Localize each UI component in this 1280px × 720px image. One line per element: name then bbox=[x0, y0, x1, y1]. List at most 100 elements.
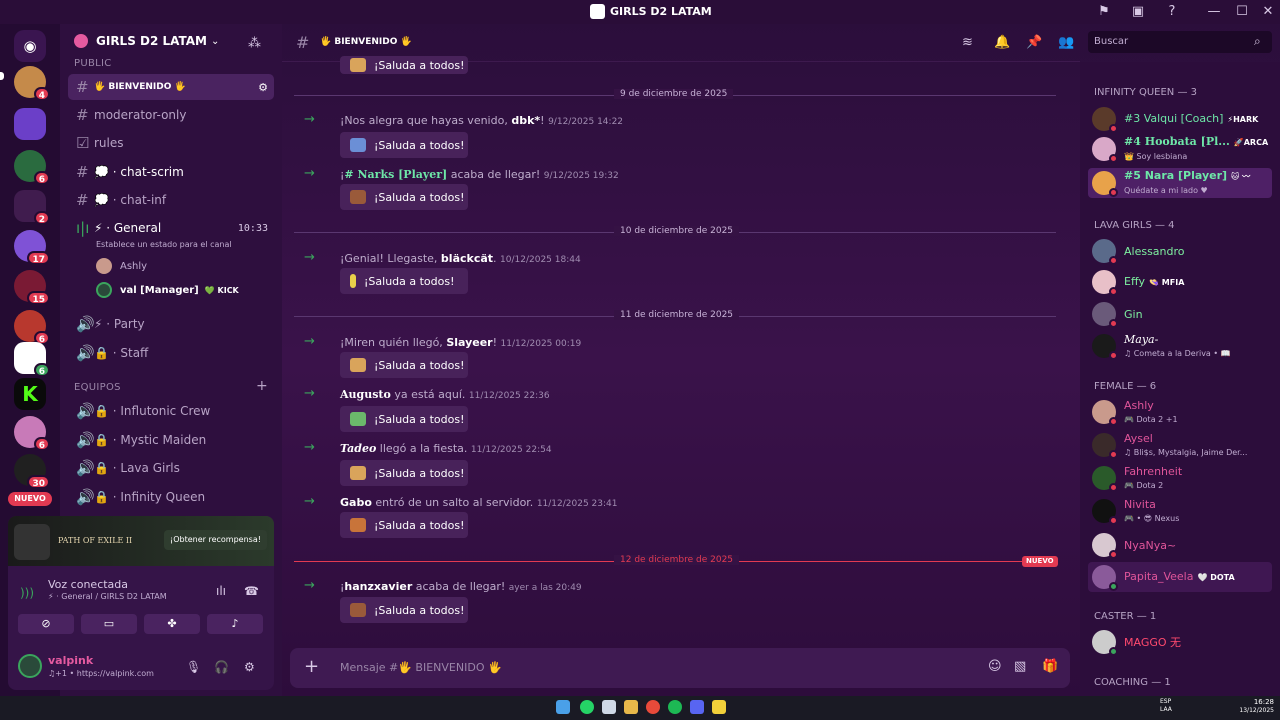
server-icon[interactable]: 15 bbox=[14, 270, 50, 305]
channel-moderator-only[interactable]: # moderator-only bbox=[68, 102, 274, 128]
activities-button[interactable]: ✤ bbox=[144, 614, 200, 634]
app-icon[interactable] bbox=[602, 700, 616, 714]
headphones-icon[interactable]: 🎧 bbox=[214, 660, 229, 674]
wave-button[interactable]: ¡Saluda a todos! bbox=[340, 460, 468, 486]
channel-rules[interactable]: ☑ rules bbox=[68, 130, 274, 156]
member-item[interactable]: Aysel ♫ Bli$s, Mystalgia, Jaime Der... bbox=[1088, 430, 1272, 460]
wave-button[interactable]: ¡Saluda a todos! bbox=[340, 56, 468, 74]
bell-icon[interactable]: 🔔 bbox=[994, 35, 1010, 50]
category-equipos[interactable]: EQUIPOS bbox=[74, 382, 121, 393]
pin-icon[interactable]: 📌 bbox=[1026, 35, 1042, 50]
wave-button[interactable]: ¡Saluda a todos! bbox=[340, 406, 468, 432]
username[interactable]: valpink bbox=[48, 654, 93, 667]
channel-status[interactable]: Establece un estado para el canal bbox=[96, 240, 232, 249]
composer-placeholder[interactable]: Mensaje #🖐 BIENVENIDO 🖐 bbox=[340, 661, 502, 674]
promo-banner[interactable]: PATH OF EXILE II ¡Obtener recompensa! bbox=[8, 516, 274, 566]
server-icon[interactable] bbox=[14, 108, 46, 140]
voice-channel[interactable]: 🔊 🔒 · Mystic Maiden bbox=[68, 427, 274, 453]
start-icon[interactable] bbox=[556, 700, 570, 714]
member-item[interactable]: Effy 👒 MFIA bbox=[1088, 267, 1272, 297]
inbox-flag-icon[interactable]: ⚑ bbox=[1096, 4, 1112, 20]
settings-icon[interactable]: ⚙ bbox=[258, 81, 268, 94]
member-item[interactable]: #3 Valqui [Coach] ⚡HARK bbox=[1088, 104, 1272, 134]
voice-channel[interactable]: 🔊 🔒 · Lava Girls bbox=[68, 455, 274, 481]
member-item[interactable]: MAGGO 无 bbox=[1088, 627, 1272, 657]
add-member-icon[interactable]: ⁂ bbox=[248, 36, 261, 51]
share-screen-button[interactable]: ▭ bbox=[81, 614, 137, 634]
channel-chat-inf[interactable]: # 💭 · chat-inf bbox=[68, 187, 274, 213]
member-item[interactable]: #4 Hoobata [Pl... 🚀ARCA 👑 Soy lesbiana bbox=[1088, 134, 1272, 164]
wave-button[interactable]: ¡Saluda a todos! bbox=[340, 597, 468, 623]
avatar[interactable] bbox=[18, 654, 42, 678]
server-header[interactable]: GIRLS D2 LATAM ⌄ bbox=[74, 34, 219, 48]
member-item[interactable]: Fahrenheit 🎮 Dota 2 bbox=[1088, 463, 1272, 493]
camera-button[interactable]: ⊘ bbox=[18, 614, 74, 634]
member-item[interactable]: Ashly 🎮 Dota 2 +1 bbox=[1088, 397, 1272, 427]
wave-button[interactable]: ¡Saluda a todos! bbox=[340, 184, 468, 210]
clock-date[interactable]: 13/12/2025 bbox=[1236, 707, 1274, 714]
member-item[interactable]: #5 Nara [Player] 🐱 〰 Quédate a mi lado ♥ bbox=[1088, 168, 1272, 198]
server-icon[interactable]: 30 bbox=[14, 454, 50, 489]
server-icon[interactable]: 6 bbox=[14, 310, 50, 345]
message-composer[interactable]: + Mensaje #🖐 BIENVENIDO 🖐 ☺ ▧ 🎁 bbox=[290, 648, 1070, 688]
screen-icon[interactable]: ▣ bbox=[1130, 4, 1146, 20]
threads-icon[interactable]: ≋ bbox=[962, 35, 973, 50]
member-item[interactable]: Gin bbox=[1088, 299, 1272, 329]
member-item[interactable]: Alessandro bbox=[1088, 236, 1272, 266]
discord-icon[interactable] bbox=[690, 700, 704, 714]
clock-time[interactable]: 16:28 bbox=[1240, 698, 1274, 706]
search-input[interactable]: Buscar ⌕ bbox=[1088, 31, 1272, 53]
voice-channel-general[interactable]: ı|ı ⚡ · General 10:33 bbox=[68, 215, 274, 241]
settings-icon[interactable]: ⚙ bbox=[244, 660, 255, 674]
kick-server-icon[interactable]: K bbox=[14, 378, 46, 410]
spotify-icon[interactable] bbox=[668, 700, 682, 714]
chrome-icon[interactable] bbox=[646, 700, 660, 714]
category-public[interactable]: PUBLIC bbox=[74, 58, 112, 69]
voice-channel-party[interactable]: 🔊 ⚡ · Party bbox=[68, 311, 274, 337]
noise-suppression-icon[interactable]: ılı bbox=[216, 584, 226, 598]
emoji-icon[interactable]: ☺ bbox=[988, 659, 1002, 674]
member-item[interactable]: Maya- ♫ Cometa a la Deriva • 📖 bbox=[1088, 331, 1272, 361]
server-icon[interactable]: 4 bbox=[14, 66, 50, 101]
discord-home-icon[interactable]: ◉ bbox=[14, 30, 46, 62]
soundboard-button[interactable]: ♪ bbox=[207, 614, 263, 634]
add-channel-icon[interactable]: + bbox=[256, 378, 268, 394]
claim-reward-button[interactable]: ¡Obtener recompensa! bbox=[164, 530, 267, 550]
microphone-icon[interactable]: 🎙 bbox=[186, 660, 201, 674]
member-item[interactable]: Papita_Veela 🤍 DOTA bbox=[1088, 562, 1272, 592]
channel-bienvenido[interactable]: # 🖐 BIENVENIDO 🖐 ⚙ bbox=[68, 74, 274, 100]
server-icon[interactable]: 6 bbox=[14, 150, 50, 185]
voice-channel[interactable]: 🔊 🔒 · Infinity Queen bbox=[68, 484, 274, 510]
member-list-icon[interactable]: 👥 bbox=[1058, 35, 1074, 50]
voice-location[interactable]: ⚡ · General / GIRLS D2 LATAM bbox=[48, 592, 167, 601]
language-indicator[interactable]: ESP LAA bbox=[1160, 698, 1174, 714]
gif-icon[interactable]: ▧ bbox=[1014, 659, 1026, 674]
member-item[interactable]: Nivita 🎮 • 😎 Nexus bbox=[1088, 496, 1272, 526]
wave-button[interactable]: ¡Saluda a todos! bbox=[340, 512, 468, 538]
voice-channel[interactable]: 🔊 🔒 · Influtonic Crew bbox=[68, 398, 274, 424]
server-icon[interactable]: 2 bbox=[14, 190, 50, 225]
maximize-icon[interactable]: ☐ bbox=[1234, 4, 1250, 20]
gift-icon[interactable]: 🎁 bbox=[1042, 659, 1058, 674]
voice-channel-staff[interactable]: 🔊 🔒 · Staff bbox=[68, 340, 274, 366]
wave-button[interactable]: ¡Saluda a todos! bbox=[340, 268, 468, 294]
channel-chat-scrim[interactable]: # 💭 · chat-scrim bbox=[68, 159, 274, 185]
folder-icon[interactable] bbox=[624, 700, 638, 714]
voice-user[interactable]: val [Manager] 💚 KICK bbox=[96, 282, 239, 298]
voice-user[interactable]: Ashly bbox=[96, 258, 147, 274]
whatsapp-icon[interactable] bbox=[580, 700, 594, 714]
new-badge[interactable]: NUEVO bbox=[8, 492, 52, 506]
disconnect-icon[interactable]: ☎ bbox=[244, 584, 259, 598]
server-icon[interactable]: 17 bbox=[14, 230, 50, 265]
add-attachment-icon[interactable]: + bbox=[304, 657, 319, 677]
server-icon[interactable]: 6 bbox=[14, 416, 50, 451]
close-icon[interactable]: ✕ bbox=[1260, 4, 1276, 20]
voice-connected-status[interactable]: Voz conectada bbox=[48, 578, 128, 591]
minimize-icon[interactable]: — bbox=[1206, 4, 1222, 20]
wave-button[interactable]: ¡Saluda a todos! bbox=[340, 352, 468, 378]
server-icon-active[interactable]: 6 bbox=[14, 342, 50, 377]
notes-icon[interactable] bbox=[712, 700, 726, 714]
member-item[interactable]: NyaNya~ bbox=[1088, 530, 1272, 560]
help-icon[interactable]: ? bbox=[1164, 4, 1180, 20]
wave-button[interactable]: ¡Saluda a todos! bbox=[340, 132, 468, 158]
